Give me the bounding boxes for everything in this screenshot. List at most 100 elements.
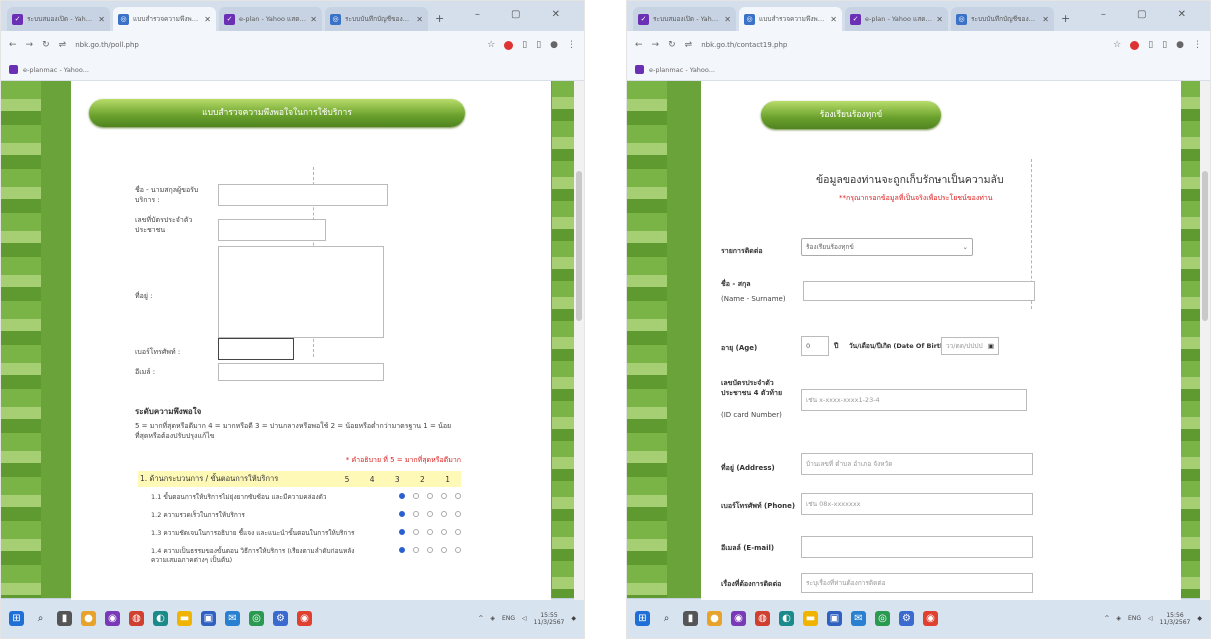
edge-icon[interactable]: ◐ [779, 611, 794, 626]
language-indicator[interactable]: ENG [502, 615, 515, 622]
back-icon[interactable]: ← [9, 40, 17, 50]
radio-3[interactable] [427, 547, 433, 553]
radio-3[interactable] [427, 529, 433, 535]
radio-1[interactable] [455, 547, 461, 553]
close-icon[interactable]: ✕ [98, 15, 105, 24]
sidepanel-icon[interactable]: ▯ [1148, 40, 1153, 50]
bookmark-item[interactable]: e-planmac - Yahoo... [23, 66, 89, 74]
map-pin-icon[interactable]: ● [81, 611, 96, 626]
speaker-icon[interactable]: ◁ [1148, 615, 1153, 622]
close-icon[interactable]: ✕ [204, 15, 211, 24]
radio-5[interactable] [399, 547, 405, 553]
radio-2[interactable] [441, 511, 447, 517]
tab-2[interactable]: ◎ แบบสำรวจความพึงพอใจในการ ✕ [113, 7, 216, 31]
radio-5[interactable] [399, 529, 405, 535]
folder-icon[interactable]: ▬ [177, 611, 192, 626]
tab-2[interactable]: ◎ แบบสำรวจความพึงพอใจ ✕ [739, 7, 842, 31]
browser-icon[interactable]: ◍ [129, 611, 144, 626]
mail-icon[interactable]: ✉ [851, 611, 866, 626]
tab-1[interactable]: ✓ ระบบสมองเปิด - Yahoo แผลิตย่ ✕ [7, 7, 110, 31]
chrome-icon[interactable]: ◉ [923, 611, 938, 626]
radio-4[interactable] [413, 511, 419, 517]
tabs-icon[interactable]: ▯ [1162, 40, 1167, 50]
windows-start-icon[interactable]: ⊞ [635, 611, 650, 626]
radio-2[interactable] [441, 547, 447, 553]
app-icon[interactable]: ◉ [105, 611, 120, 626]
folder-icon[interactable]: ▬ [803, 611, 818, 626]
app-icon[interactable]: ◉ [731, 611, 746, 626]
browser-icon[interactable]: ◍ [755, 611, 770, 626]
task-view-icon[interactable]: ▮ [57, 611, 72, 626]
window-controls[interactable]: – ▢ ✕ [1101, 9, 1200, 20]
map-pin-icon[interactable]: ● [707, 611, 722, 626]
chevron-up-icon[interactable]: ^ [1104, 615, 1109, 622]
chrome-icon[interactable]: ◉ [297, 611, 312, 626]
scrollbar-thumb[interactable] [1202, 171, 1208, 321]
network-icon[interactable]: ◈ [1116, 615, 1121, 622]
menu-icon[interactable]: ⋮ [1193, 40, 1202, 50]
address-bar[interactable]: nbk.go.th/poll.php [75, 41, 478, 49]
sidepanel-icon[interactable]: ▯ [522, 40, 527, 50]
address-textarea[interactable] [218, 246, 384, 338]
window-controls[interactable]: – ▢ ✕ [475, 9, 574, 20]
profile-icon[interactable]: ● [1176, 40, 1184, 50]
radio-1[interactable] [455, 511, 461, 517]
forward-icon[interactable]: → [26, 40, 34, 50]
reload-icon[interactable]: ↻ [42, 40, 50, 50]
scrollbar[interactable] [574, 81, 584, 600]
tab-1[interactable]: ✓ ระบบสมองเปิด - Yahoo แผลิตย่ ✕ [633, 7, 736, 31]
network-icon[interactable]: ◈ [490, 615, 495, 622]
tab-3[interactable]: ✓ e-plan - Yahoo แสดงผลการค้นหา✕ [845, 7, 948, 31]
site-info-icon[interactable]: ⇌ [59, 40, 67, 50]
settings-icon[interactable]: ⚙ [899, 611, 914, 626]
settings-icon[interactable]: ⚙ [273, 611, 288, 626]
bookmark-item[interactable]: e-planmac - Yahoo... [649, 66, 715, 74]
menu-icon[interactable]: ⋮ [567, 40, 576, 50]
close-icon[interactable]: ✕ [936, 15, 943, 24]
search-icon[interactable]: ⌕ [659, 611, 674, 626]
star-icon[interactable]: ☆ [1113, 40, 1121, 50]
clock[interactable]: 15:56 11/3/2567 [1160, 612, 1191, 626]
subject-input[interactable]: ระบุเรื่องที่ท่านต้องการติดต่อ [801, 573, 1033, 593]
radio-5[interactable] [399, 511, 405, 517]
radio-4[interactable] [413, 547, 419, 553]
age-input[interactable]: 0 [801, 336, 829, 356]
address-input[interactable]: บ้านเลขที่ ตำบล อำเภอ จังหวัด [801, 453, 1033, 475]
mail-icon[interactable]: ✉ [225, 611, 240, 626]
app-icon[interactable]: ◎ [249, 611, 264, 626]
radio-5[interactable] [399, 493, 405, 499]
edge-icon[interactable]: ◐ [153, 611, 168, 626]
speaker-icon[interactable]: ◁ [522, 615, 527, 622]
tab-4[interactable]: ◎ ระบบบันทึกบัญชีของหน่วยงาน ✕ [951, 7, 1054, 31]
radio-4[interactable] [413, 529, 419, 535]
clock[interactable]: 15:55 11/3/2567 [534, 612, 565, 626]
language-indicator[interactable]: ENG [1128, 615, 1141, 622]
name-input[interactable] [803, 281, 1035, 301]
name-input[interactable] [218, 184, 388, 206]
radio-1[interactable] [455, 493, 461, 499]
phone-input[interactable] [218, 338, 294, 360]
extension-icon[interactable] [504, 40, 514, 50]
windows-start-icon[interactable]: ⊞ [9, 611, 24, 626]
extension-icon[interactable] [1130, 40, 1140, 50]
close-icon[interactable]: ✕ [416, 15, 423, 24]
back-icon[interactable]: ← [635, 40, 643, 50]
star-icon[interactable]: ☆ [487, 40, 495, 50]
email-input[interactable] [218, 363, 384, 381]
radio-2[interactable] [441, 493, 447, 499]
radio-3[interactable] [427, 493, 433, 499]
new-tab-icon[interactable]: + [1061, 12, 1070, 25]
reload-icon[interactable]: ↻ [668, 40, 676, 50]
app-icon[interactable]: ◎ [875, 611, 890, 626]
close-icon[interactable]: ✕ [1042, 15, 1049, 24]
scrollbar-thumb[interactable] [576, 171, 582, 321]
radio-1[interactable] [455, 529, 461, 535]
profile-icon[interactable]: ● [550, 40, 558, 50]
site-info-icon[interactable]: ⇌ [685, 40, 693, 50]
calendar-icon[interactable]: ▣ [988, 342, 994, 350]
phone-input[interactable]: เช่น 08x-xxxxxxx [801, 493, 1033, 515]
scrollbar[interactable] [1200, 81, 1210, 600]
radio-3[interactable] [427, 511, 433, 517]
address-bar[interactable]: nbk.go.th/contact19.php [701, 41, 1104, 49]
radio-4[interactable] [413, 493, 419, 499]
